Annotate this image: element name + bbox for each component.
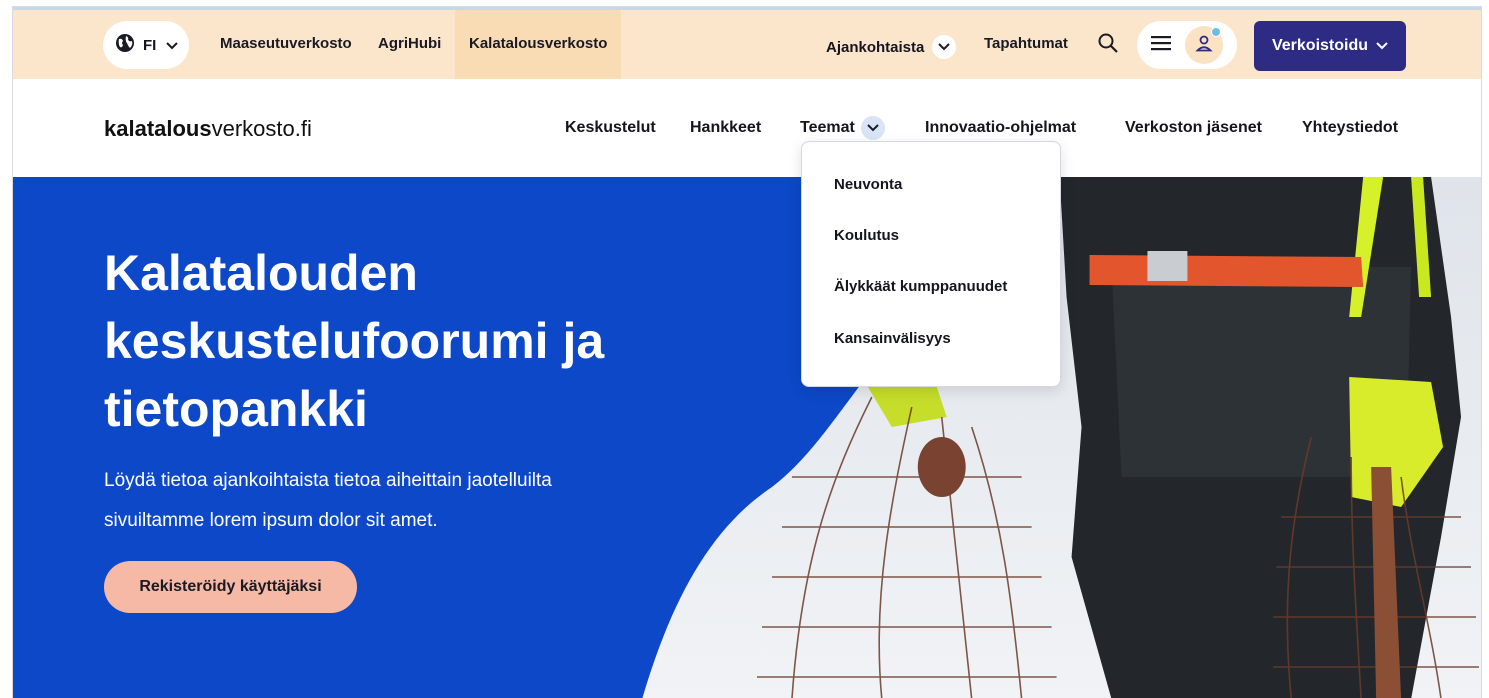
nav-innovaatio-ohjelmat[interactable]: Innovaatio-ohjelmat <box>925 119 1076 137</box>
avatar[interactable] <box>1185 26 1223 64</box>
chevron-down-icon <box>166 37 179 54</box>
hero-title: Kalatalouden keskustelufoorumi ja tietop… <box>104 245 605 437</box>
hero-section: Kalatalouden keskustelufoorumi ja tietop… <box>13 177 1481 698</box>
notification-dot <box>1211 27 1221 37</box>
menu-account-pill[interactable] <box>1137 21 1237 69</box>
verkoistoidu-button[interactable]: Verkoistoidu <box>1254 21 1406 71</box>
nav-yhteystiedot[interactable]: Yhteystiedot <box>1302 119 1398 137</box>
logo-rest: verkosto.fi <box>211 116 312 141</box>
globe-icon <box>115 33 135 57</box>
hamburger-icon[interactable] <box>1151 35 1171 56</box>
hero-description: Löydä tietoa ajankoihtaista tietoa aihei… <box>104 470 552 531</box>
logo-bold: kalatalous <box>104 116 212 141</box>
register-button[interactable]: Rekisteröidy käyttäjäksi <box>104 561 357 613</box>
chevron-down-icon <box>932 35 957 59</box>
language-selector[interactable]: FI <box>103 21 189 69</box>
link-agrihubi[interactable]: AgriHubi <box>378 35 441 52</box>
site-logo[interactable]: kalatalousverkosto.fi <box>104 116 312 142</box>
nav-teemat[interactable]: Teemat <box>800 116 885 140</box>
utility-bar: FI Maaseutuverkosto AgriHubi Kalatalousv… <box>13 7 1481 79</box>
ajankohtaista-label: Ajankohtaista <box>826 38 925 56</box>
dropdown-item-koulutus[interactable]: Koulutus <box>834 227 899 244</box>
main-header: kalatalousverkosto.fi Keskustelut Hankke… <box>13 79 1481 177</box>
chevron-down-icon <box>1376 37 1388 55</box>
nav-verkoston-jasenet[interactable]: Verkoston jäsenet <box>1125 119 1262 137</box>
link-tapahtumat[interactable]: Tapahtumat <box>984 35 1068 52</box>
dropdown-item-kansainvalisyys[interactable]: Kansainvälisyys <box>834 330 951 347</box>
user-icon <box>1195 34 1213 57</box>
link-maaseutuverkosto[interactable]: Maaseutuverkosto <box>220 35 352 52</box>
ajankohtaista-menu[interactable]: Ajankohtaista <box>826 35 957 59</box>
link-kalatalousverkosto[interactable]: Kalatalousverkosto <box>455 10 622 79</box>
verkoistoidu-label: Verkoistoidu <box>1271 37 1369 54</box>
nav-hankkeet[interactable]: Hankkeet <box>690 119 761 137</box>
dropdown-item-alykkaat-kumppanuudet[interactable]: Älykkäät kumppanuudet <box>834 278 1007 295</box>
search-icon[interactable] <box>1097 32 1119 59</box>
nav-teemat-label: Teemat <box>800 119 855 136</box>
nav-keskustelut[interactable]: Keskustelut <box>565 119 656 137</box>
chevron-down-icon <box>860 116 885 140</box>
teemat-dropdown: Neuvonta Koulutus Älykkäät kumppanuudet … <box>801 141 1061 387</box>
browser-frame: FI Maaseutuverkosto AgriHubi Kalatalousv… <box>12 6 1482 698</box>
language-label: FI <box>143 36 157 54</box>
dropdown-item-neuvonta[interactable]: Neuvonta <box>834 176 902 193</box>
